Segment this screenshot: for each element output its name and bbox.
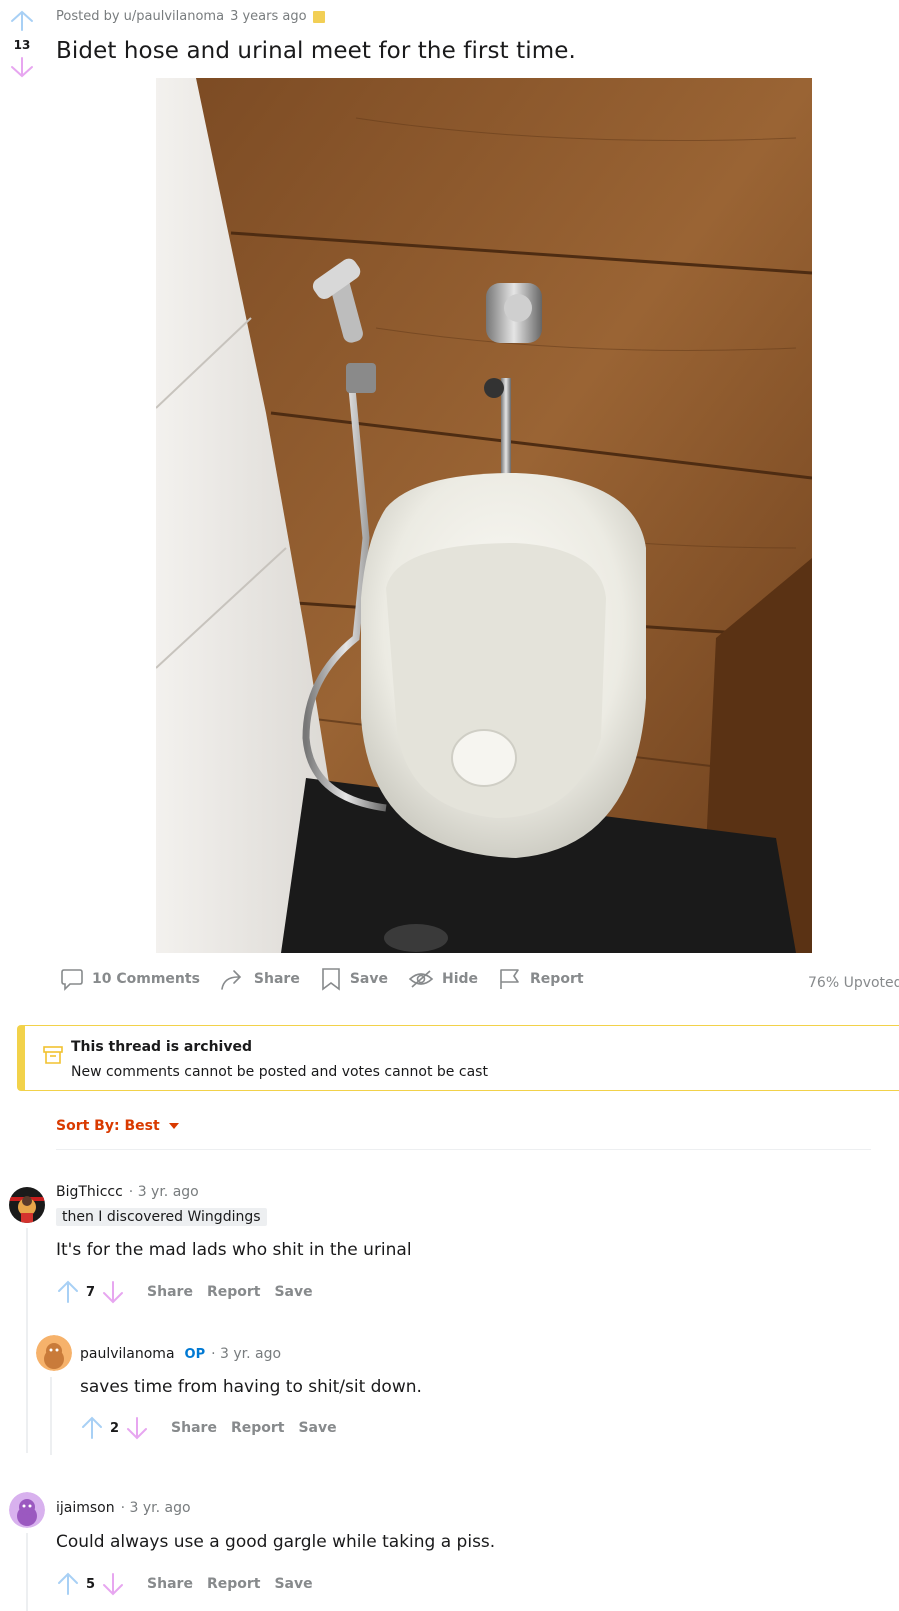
comment-share-button[interactable]: Share [171, 1420, 217, 1436]
report-label: Report [530, 971, 584, 987]
archived-title: This thread is archived [71, 1039, 252, 1055]
op-badge: OP [184, 1347, 206, 1362]
comment-author[interactable]: paulvilanoma [80, 1346, 175, 1362]
comment-vote: 7 [56, 1280, 125, 1304]
post-author-link[interactable]: Posted by u/paulvilanoma [56, 9, 224, 24]
avatar[interactable] [9, 1187, 45, 1223]
comment-body: Could always use a good gargle while tak… [56, 1532, 496, 1552]
comment-share-button[interactable]: Share [147, 1576, 193, 1592]
post-time[interactable]: 3 years ago [230, 9, 306, 24]
comment-save-button[interactable]: Save [274, 1576, 312, 1592]
archived-icon [312, 10, 325, 23]
hide-eye-icon [408, 970, 434, 988]
comment-report-button[interactable]: Report [207, 1284, 261, 1300]
downvote-arrow-icon [11, 57, 33, 78]
comment-bubble-icon [61, 969, 83, 991]
hide-label: Hide [441, 971, 479, 987]
bookmark-icon [322, 968, 340, 991]
comment-author[interactable]: ijaimson [56, 1500, 115, 1516]
upvote-arrow-icon[interactable] [80, 1416, 104, 1440]
comment-actions: 5 Share Report Save [56, 1572, 313, 1596]
comment-author[interactable]: BigThiccc [56, 1184, 123, 1200]
flag-icon [500, 969, 519, 989]
archived-description: New comments cannot be posted and votes … [71, 1064, 488, 1080]
sort-label: Sort By: Best [56, 1118, 160, 1134]
upvote-button[interactable] [8, 10, 36, 32]
flair-text: then I discovered Wingdings [56, 1208, 267, 1226]
comment-report-button[interactable]: Report [207, 1576, 261, 1592]
save-label: Save [349, 971, 388, 987]
post-actions-bar: 10 Comments Share Save Hide Report [60, 967, 584, 991]
downvote-arrow-icon[interactable] [101, 1572, 125, 1596]
upvote-arrow-icon[interactable] [56, 1280, 80, 1304]
user-avatar-icon [9, 1187, 45, 1223]
comment-actions: 2 Share Report Save [80, 1416, 337, 1440]
post-vote-column: 13 [8, 10, 36, 78]
comment-vote: 5 [56, 1572, 125, 1596]
comment-header: ijaimson · 3 yr. ago [56, 1500, 191, 1516]
comment-share-button[interactable]: Share [147, 1284, 193, 1300]
post-score: 13 [13, 38, 31, 52]
downvote-arrow-icon[interactable] [125, 1416, 149, 1440]
comment-header: BigThiccc · 3 yr. ago [56, 1184, 199, 1200]
comment-body: It's for the mad lads who shit in the ur… [56, 1240, 412, 1260]
comment-body: saves time from having to shit/sit down. [80, 1377, 422, 1397]
thread-line[interactable] [50, 1377, 52, 1455]
comment-score: 7 [86, 1284, 96, 1300]
report-button[interactable]: Report [498, 967, 584, 991]
user-avatar-icon [36, 1335, 72, 1371]
save-button[interactable]: Save [320, 967, 388, 991]
sort-divider [56, 1149, 871, 1150]
downvote-button[interactable] [8, 56, 36, 78]
sort-dropdown[interactable]: Sort By: Best [56, 1118, 180, 1134]
post-meta: Posted by u/paulvilanoma 3 years ago [56, 9, 325, 24]
comment-score: 2 [110, 1420, 120, 1436]
thread-line[interactable] [26, 1228, 28, 1453]
caret-down-icon [168, 1123, 179, 1129]
upvote-ratio: 76% Upvoted [808, 975, 899, 991]
comment-save-button[interactable]: Save [298, 1420, 336, 1436]
comment-header: paulvilanoma OP · 3 yr. ago [80, 1346, 281, 1362]
post-image[interactable] [156, 78, 812, 953]
archived-notice: This thread is archived New comments can… [17, 1025, 899, 1091]
downvote-arrow-icon[interactable] [101, 1280, 125, 1304]
comment-save-button[interactable]: Save [274, 1284, 312, 1300]
share-label: Share [253, 971, 300, 987]
comment-actions: 7 Share Report Save [56, 1280, 313, 1304]
post-title[interactable]: Bidet hose and urinal meet for the first… [56, 38, 576, 64]
upvote-arrow-icon [11, 10, 33, 31]
user-flair: then I discovered Wingdings [56, 1206, 267, 1226]
share-arrow-icon [221, 970, 242, 990]
thread-line[interactable] [26, 1533, 28, 1611]
avatar[interactable] [9, 1492, 45, 1528]
avatar[interactable] [36, 1335, 72, 1371]
comment-time[interactable]: · 3 yr. ago [211, 1346, 281, 1362]
comment-report-button[interactable]: Report [231, 1420, 285, 1436]
urinal-photo-illustration [156, 78, 812, 953]
comments-button[interactable]: 10 Comments [60, 967, 200, 991]
share-button[interactable]: Share [220, 967, 300, 991]
comment-score: 5 [86, 1576, 96, 1592]
comment-vote: 2 [80, 1416, 149, 1440]
comments-label: 10 Comments [92, 971, 200, 987]
user-avatar-icon [9, 1492, 45, 1528]
hide-button[interactable]: Hide [408, 967, 478, 991]
upvote-arrow-icon[interactable] [56, 1572, 80, 1596]
archive-box-icon [43, 1046, 63, 1064]
comment-time[interactable]: · 3 yr. ago [129, 1184, 199, 1200]
comment-time[interactable]: · 3 yr. ago [121, 1500, 191, 1516]
